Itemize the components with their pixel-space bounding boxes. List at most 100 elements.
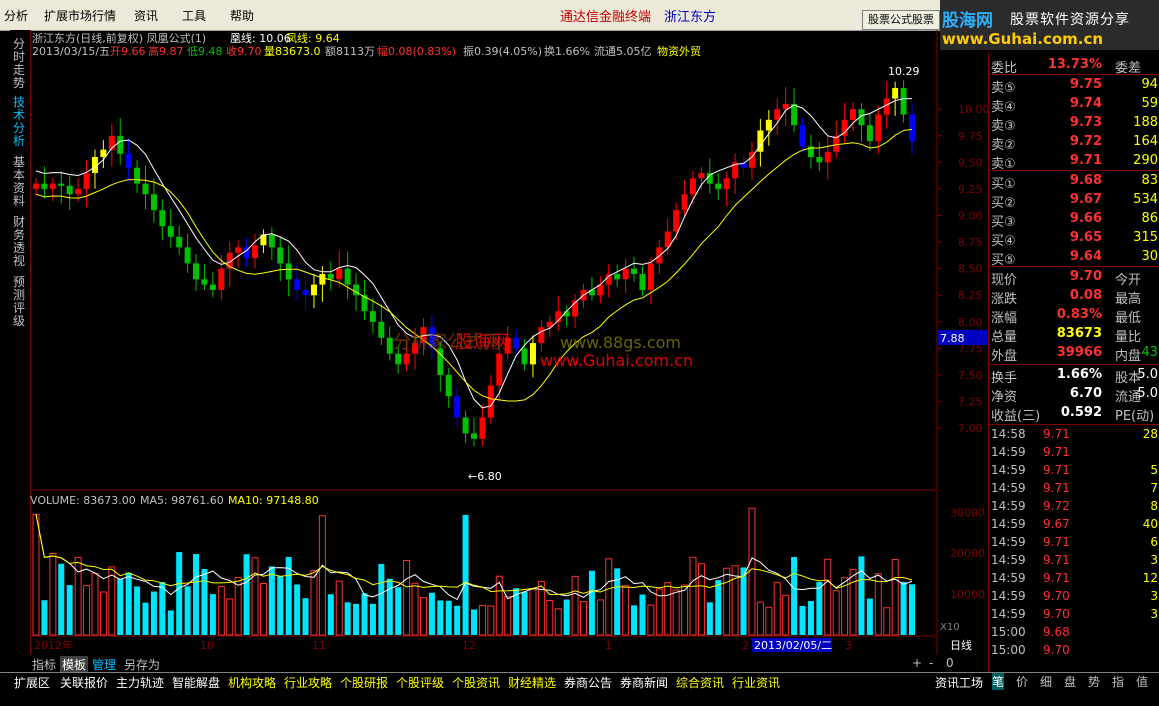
date-tick-label: 10 (200, 639, 214, 652)
volume-bar (428, 592, 435, 635)
header-range: 幅0.08(0.83%) (377, 45, 456, 58)
tick-time: 14:59 (991, 463, 1026, 477)
template-button[interactable]: 模板 (60, 656, 89, 673)
status-inst-strategy[interactable]: 机构攻略 (228, 674, 276, 691)
tick-row: 14:59 9.70 3 (991, 588, 1159, 606)
ask-row: 卖⑤ 9.75 94 (991, 76, 1159, 96)
rp-tab-value[interactable]: 值 (1136, 673, 1148, 690)
candle (319, 273, 326, 285)
status-stock-news[interactable]: 个股资讯 (452, 674, 500, 691)
bid-label: 买② (991, 196, 1016, 211)
formula-stock-button[interactable]: 股票公式股票 (862, 10, 940, 30)
manage-button[interactable]: 管理 (90, 656, 118, 673)
status-broker-notice[interactable]: 券商公告 (564, 674, 612, 691)
indicator-button[interactable]: 指标 (30, 656, 58, 673)
ask-label: 卖③ (991, 119, 1016, 134)
volume-bar (529, 588, 537, 636)
volume-bar (554, 608, 562, 636)
rp-tab-trades[interactable]: 笔 (992, 673, 1005, 690)
tick-time: 14:59 (991, 445, 1026, 459)
menu-help[interactable]: 帮助 (230, 7, 254, 24)
rp-tab-detail[interactable]: 细 (1040, 673, 1052, 690)
date-tick-label: 11 (312, 639, 326, 652)
price-tick-label: 9.00 (958, 210, 983, 223)
status-industry-strategy[interactable]: 行业攻略 (284, 674, 332, 691)
zoom-out-button[interactable]: - (927, 656, 935, 670)
stat-value: 9.70 (1069, 269, 1102, 284)
bid-volume: 534 (1133, 192, 1158, 207)
divider (989, 364, 1159, 365)
ask-row: 卖③ 9.73 188 (991, 114, 1159, 134)
menu-analysis[interactable]: 分析 (4, 7, 28, 24)
candle (66, 185, 73, 195)
rp-tab-trend[interactable]: 势 (1088, 673, 1100, 690)
status-info-workshop[interactable]: 资讯工场 (935, 674, 983, 691)
stat-label-2: 最高 (1115, 292, 1142, 307)
volume-unit: X10 (940, 622, 960, 633)
tick-volume: 6 (1150, 535, 1158, 549)
weibi-row: 委比 13.73% 委差 (991, 56, 1159, 76)
volume-bar (487, 605, 495, 636)
candle (100, 149, 107, 158)
status-stock-research[interactable]: 个股研报 (340, 674, 388, 691)
candle (850, 109, 857, 120)
tick-price: 9.71 (1043, 553, 1070, 567)
tick-volume: 5 (1150, 463, 1158, 477)
bid-row: 买④ 9.65 315 (991, 229, 1159, 249)
volume-bar (478, 604, 486, 636)
volume-bar (715, 580, 722, 635)
rp-tab-price[interactable]: 价 (1016, 673, 1028, 690)
ask-row: 卖① 9.71 290 (991, 152, 1159, 172)
current-price-tag-text: 7.88 (940, 332, 965, 345)
status-broker-news[interactable]: 券商新闻 (620, 674, 668, 691)
status-smart-analysis[interactable]: 智能解盘 (172, 674, 220, 691)
volume-bar (344, 602, 351, 635)
stat-row: 外盘 39966 内盘 43 (991, 344, 1159, 364)
rp-tab-index[interactable]: 指 (1112, 673, 1124, 690)
volume-bar (369, 603, 376, 635)
save-as-button[interactable]: 另存为 (122, 656, 162, 673)
candle (698, 172, 705, 179)
price-tick-label: 9.25 (958, 183, 983, 196)
fund-value: 6.70 (1069, 386, 1102, 401)
candle (782, 103, 789, 110)
menu-news[interactable]: 资讯 (134, 7, 158, 24)
volume-bar (142, 602, 149, 635)
volume-bar (226, 598, 234, 636)
watermark-guhai-url: www.Guhai.com.cn (540, 351, 693, 370)
candle (892, 87, 899, 99)
zoom-in-button[interactable]: + (910, 656, 924, 670)
candle (75, 188, 82, 195)
status-stock-rating[interactable]: 个股评级 (396, 674, 444, 691)
status-related-quote[interactable]: 关联报价 (60, 674, 108, 691)
zoom-reset-button[interactable]: 0 (944, 656, 956, 670)
volume-bar (167, 610, 174, 635)
status-general-news[interactable]: 综合资讯 (676, 674, 724, 691)
status-industry-news[interactable]: 行业资讯 (732, 674, 780, 691)
status-finance-select[interactable]: 财经精选 (508, 674, 556, 691)
volume-bar (243, 554, 250, 635)
volume-bar (521, 591, 528, 635)
volume-bar (891, 559, 899, 636)
candle (285, 263, 292, 280)
price-tick-label: 8.50 (958, 263, 983, 276)
tick-row: 14:59 9.71 5 (991, 462, 1159, 480)
volume-bar (277, 576, 284, 635)
volume-bar (748, 507, 756, 636)
volume-bar (201, 569, 208, 635)
stat-value: 83673 (1056, 326, 1102, 341)
chart-area[interactable]: 浙江东方(日线,前复权) 凤凰公式(1) 凰线: 10.06 凤线: 9.64 … (0, 30, 988, 655)
status-ext-area[interactable]: 扩展区 (14, 674, 50, 691)
fund-value: 0.592 (1060, 405, 1102, 420)
divider (989, 170, 1159, 171)
status-main-force[interactable]: 主力轨迹 (116, 674, 164, 691)
menu-extended-market[interactable]: 扩展市场行情 (44, 7, 116, 24)
rp-tab-book[interactable]: 盘 (1064, 673, 1076, 690)
tick-volume: 12 (1142, 571, 1158, 585)
logo-slogan: 股票软件资源分享 (1010, 12, 1130, 28)
period-label[interactable]: 日线 (950, 638, 972, 652)
ask-price: 9.71 (1069, 153, 1102, 168)
candle (369, 311, 376, 322)
candle (513, 337, 520, 349)
menu-tools[interactable]: 工具 (182, 7, 206, 24)
